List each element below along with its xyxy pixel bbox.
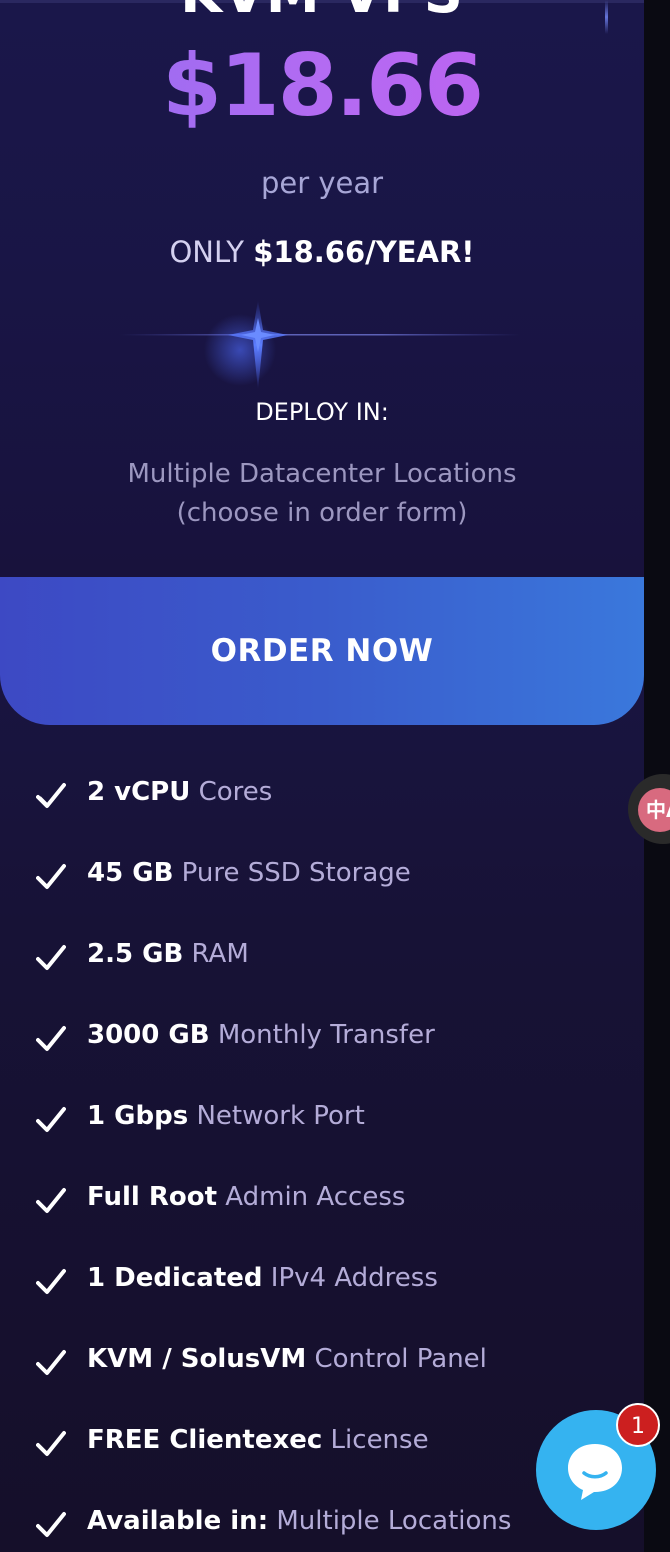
feature-item: KVM / SolusVM Control Panel bbox=[0, 1324, 644, 1405]
feature-strong: 2.5 GB bbox=[87, 939, 184, 969]
feature-strong: Full Root bbox=[87, 1182, 218, 1212]
order-now-button[interactable]: ORDER NOW bbox=[0, 577, 644, 725]
feature-strong: 3000 GB bbox=[87, 1020, 210, 1050]
feature-light: RAM bbox=[183, 939, 249, 969]
feature-light: Monthly Transfer bbox=[209, 1020, 435, 1050]
feature-item: Full Root Admin Access bbox=[0, 1162, 644, 1243]
feature-light: License bbox=[322, 1425, 429, 1455]
promo-line: ONLY $18.66/YEAR! bbox=[0, 235, 644, 269]
promo-prefix: ONLY bbox=[169, 235, 254, 269]
feature-text: 2 vCPU Cores bbox=[87, 777, 272, 807]
feature-text: Full Root Admin Access bbox=[87, 1182, 405, 1212]
feature-item: 2 vCPU Cores bbox=[0, 757, 644, 838]
deploy-line-1: Multiple Datacenter Locations bbox=[127, 459, 517, 489]
feature-light: Admin Access bbox=[217, 1182, 406, 1212]
feature-light: Cores bbox=[190, 777, 273, 807]
feature-strong: 1 Gbps bbox=[87, 1101, 189, 1131]
translate-icon: 中A bbox=[638, 788, 670, 832]
feature-text: 1 Gbps Network Port bbox=[87, 1101, 365, 1131]
deploy-line-2: (choose in order form) bbox=[176, 498, 468, 528]
feature-text: 3000 GB Monthly Transfer bbox=[87, 1020, 435, 1050]
feature-strong: KVM / SolusVM bbox=[87, 1344, 307, 1374]
plan-price: $18.66 bbox=[0, 36, 644, 136]
feature-light: IPv4 Address bbox=[262, 1263, 438, 1293]
promo-price: $18.66/YEAR! bbox=[253, 235, 475, 269]
feature-text: KVM / SolusVM Control Panel bbox=[87, 1344, 487, 1374]
page: KVM VPS $18.66 per year ONLY $18.66/YEAR… bbox=[0, 0, 670, 1552]
check-icon bbox=[36, 1188, 66, 1213]
pricing-card: KVM VPS $18.66 per year ONLY $18.66/YEAR… bbox=[0, 0, 644, 1552]
feature-light: Pure SSD Storage bbox=[173, 858, 411, 888]
check-icon bbox=[36, 1026, 66, 1051]
deploy-locations: Multiple Datacenter Locations (choose in… bbox=[0, 455, 644, 533]
feature-text: Available in: Multiple Locations bbox=[87, 1506, 511, 1536]
billing-period: per year bbox=[260, 166, 384, 200]
feature-strong: 1 Dedicated bbox=[87, 1263, 263, 1293]
feature-item: 1 Dedicated IPv4 Address bbox=[0, 1243, 644, 1324]
unread-badge: 1 bbox=[616, 1403, 660, 1447]
check-icon bbox=[36, 945, 66, 970]
deploy-title: DEPLOY IN: bbox=[255, 398, 389, 426]
check-icon bbox=[36, 1512, 66, 1537]
check-icon bbox=[36, 1269, 66, 1294]
feature-text: 45 GB Pure SSD Storage bbox=[87, 858, 411, 888]
order-now-label: ORDER NOW bbox=[210, 633, 434, 669]
feature-strong: 2 vCPU bbox=[87, 777, 191, 807]
feature-strong: 45 GB bbox=[87, 858, 174, 888]
feature-item: 2.5 GB RAM bbox=[0, 919, 644, 1000]
feature-strong: FREE Clientexec bbox=[87, 1425, 323, 1455]
feature-item: 45 GB Pure SSD Storage bbox=[0, 838, 644, 919]
plan-name: KVM VPS bbox=[0, 0, 644, 25]
sparkle-divider-icon bbox=[120, 300, 520, 390]
feature-item: 1 Gbps Network Port bbox=[0, 1081, 644, 1162]
feature-light: Control Panel bbox=[306, 1344, 487, 1374]
check-icon bbox=[36, 864, 66, 889]
feature-item: 3000 GB Monthly Transfer bbox=[0, 1000, 644, 1081]
check-icon bbox=[36, 1107, 66, 1132]
check-icon bbox=[36, 783, 66, 808]
feature-light: Multiple Locations bbox=[268, 1506, 512, 1536]
chat-bubble-icon bbox=[568, 1444, 622, 1500]
feature-strong: Available in: bbox=[87, 1506, 269, 1536]
check-icon bbox=[36, 1350, 66, 1375]
feature-text: FREE Clientexec License bbox=[87, 1425, 429, 1455]
feature-text: 1 Dedicated IPv4 Address bbox=[87, 1263, 438, 1293]
feature-light: Network Port bbox=[188, 1101, 365, 1131]
check-icon bbox=[36, 1431, 66, 1456]
feature-text: 2.5 GB RAM bbox=[87, 939, 249, 969]
